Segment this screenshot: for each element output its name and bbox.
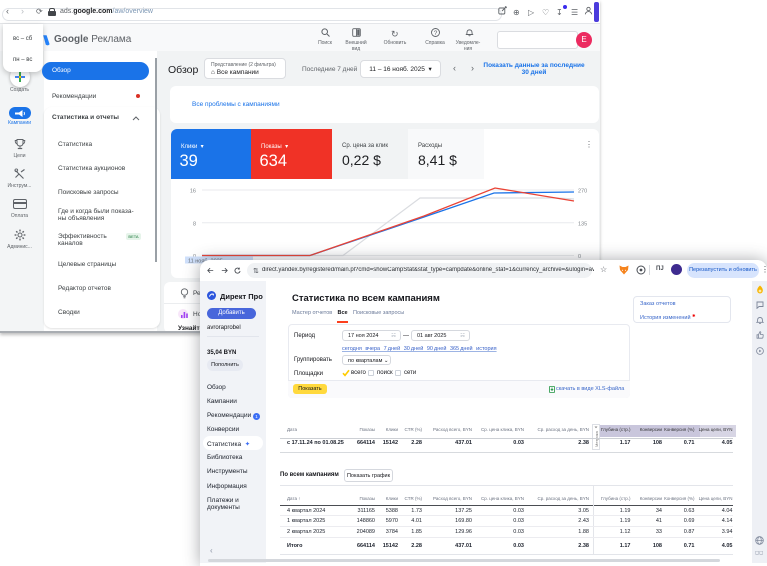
svg-text:8: 8: [193, 221, 196, 227]
svg-text:16: 16: [190, 189, 196, 195]
svg-text:?: ?: [434, 30, 438, 37]
svg-text:135: 135: [578, 221, 587, 227]
svg-text:270: 270: [578, 189, 587, 195]
